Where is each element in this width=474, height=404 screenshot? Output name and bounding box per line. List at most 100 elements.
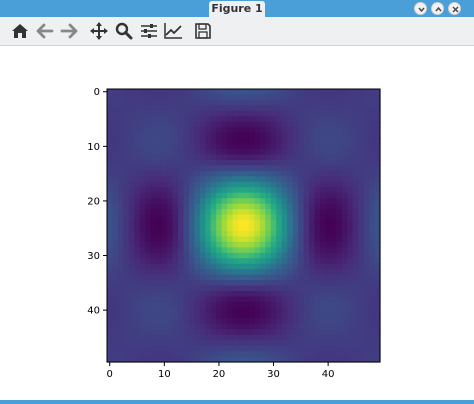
heatmap-cell <box>259 258 266 265</box>
heatmap-cell <box>248 198 256 205</box>
heatmap-cell <box>107 285 114 292</box>
heatmap-cell <box>227 181 234 188</box>
heatmap-cell <box>281 258 288 265</box>
heatmap-cell <box>336 132 343 139</box>
heatmap-cell <box>238 198 245 205</box>
heatmap-cell <box>270 334 277 341</box>
heatmap-cell <box>194 230 201 238</box>
heatmap-cell <box>341 99 348 106</box>
heatmap-cell <box>298 203 305 210</box>
heatmap-cell <box>330 230 337 238</box>
heatmap-cell <box>123 258 130 265</box>
heatmap-cell <box>265 176 272 183</box>
heatmap-cell <box>156 323 163 330</box>
y-tick-label: 10 <box>87 142 100 153</box>
heatmap-cell <box>156 94 163 101</box>
back-button[interactable] <box>34 20 56 42</box>
home-button[interactable] <box>9 20 31 42</box>
heatmap-cell <box>276 241 283 248</box>
maximize-button[interactable] <box>431 2 444 15</box>
heatmap-cell <box>205 89 212 96</box>
heatmap-cell <box>325 318 332 325</box>
heatmap-cell <box>287 329 294 336</box>
heatmap-cell <box>281 312 288 319</box>
heatmap-cell <box>134 94 141 101</box>
heatmap-cell <box>134 241 141 248</box>
heatmap-cell <box>112 230 119 238</box>
heatmap-cell <box>325 351 332 358</box>
heatmap-cell <box>232 323 239 330</box>
heatmap-cell <box>199 334 206 341</box>
heatmap-cell <box>210 280 217 287</box>
heatmap-cell <box>134 274 141 281</box>
heatmap-cell <box>325 121 332 128</box>
heatmap-cell <box>172 89 179 96</box>
heatmap-cell <box>358 291 365 298</box>
heatmap-cell <box>270 274 277 281</box>
heatmap-cell <box>352 198 359 205</box>
heatmap-cell <box>123 285 130 292</box>
heatmap-cell <box>347 241 354 248</box>
heatmap-cell <box>281 323 288 330</box>
heatmap-cell <box>221 301 228 308</box>
heatmap-cell <box>150 220 157 227</box>
heatmap-cell <box>254 252 261 259</box>
heatmap-cell <box>292 323 299 330</box>
configure-subplots-button[interactable] <box>138 20 160 42</box>
heatmap-cell <box>177 89 185 96</box>
heatmap-cell <box>216 159 223 167</box>
heatmap-cell <box>221 334 228 341</box>
pan-button[interactable] <box>88 20 110 42</box>
heatmap-cell <box>188 203 195 210</box>
heatmap-cell <box>156 285 163 292</box>
heatmap-cell <box>107 209 114 216</box>
heatmap-cell <box>336 143 343 150</box>
heatmap-cell <box>363 291 370 298</box>
heatmap-cell <box>281 351 288 358</box>
zoom-button[interactable] <box>113 20 135 42</box>
heatmap-cell <box>145 274 152 281</box>
heatmap-cell <box>167 236 174 243</box>
heatmap-cell <box>270 181 277 188</box>
heatmap-cell <box>139 329 146 336</box>
heatmap-cell <box>150 170 157 177</box>
heatmap-cell <box>319 105 326 112</box>
heatmap-cell <box>314 323 321 330</box>
heatmap-cell <box>281 340 288 347</box>
figure-canvas[interactable]: 0 10 20 30 40 0 10 20 30 40 <box>0 46 474 400</box>
heatmap-cell <box>128 323 135 330</box>
edit-axes-button[interactable] <box>162 20 184 42</box>
heatmap-cell <box>117 110 124 117</box>
heatmap-cell <box>221 318 228 325</box>
heatmap-cell <box>259 116 266 123</box>
heatmap-cell <box>363 236 370 243</box>
save-button[interactable] <box>192 20 214 42</box>
heatmap-cell <box>188 209 195 216</box>
heatmap-cell <box>183 230 190 238</box>
heatmap-cell <box>238 318 245 325</box>
minimize-button[interactable] <box>414 2 427 15</box>
arrow-right-icon <box>60 23 78 39</box>
heatmap-cell <box>336 154 343 161</box>
heatmap-cell <box>243 274 250 281</box>
forward-button[interactable] <box>58 20 80 42</box>
heatmap-cell <box>292 110 299 117</box>
heatmap-cell <box>227 334 234 341</box>
heatmap-cell <box>352 329 359 336</box>
heatmap-cell <box>107 225 114 232</box>
heatmap-cell <box>205 323 212 330</box>
heatmap-cell <box>199 105 206 112</box>
heatmap-cell <box>161 154 168 161</box>
heatmap-cell <box>117 154 124 161</box>
heatmap-cell <box>281 127 288 134</box>
heatmap-cell <box>210 99 217 106</box>
close-button[interactable] <box>448 2 461 15</box>
heatmap-cell <box>270 307 277 314</box>
heatmap-cell <box>107 105 114 112</box>
heatmap-cell <box>156 225 163 232</box>
heatmap-cell <box>183 307 190 314</box>
heatmap-cell <box>314 252 321 259</box>
heatmap-cell <box>117 192 124 199</box>
heatmap-cell <box>194 351 201 358</box>
heatmap-cell <box>281 192 288 199</box>
